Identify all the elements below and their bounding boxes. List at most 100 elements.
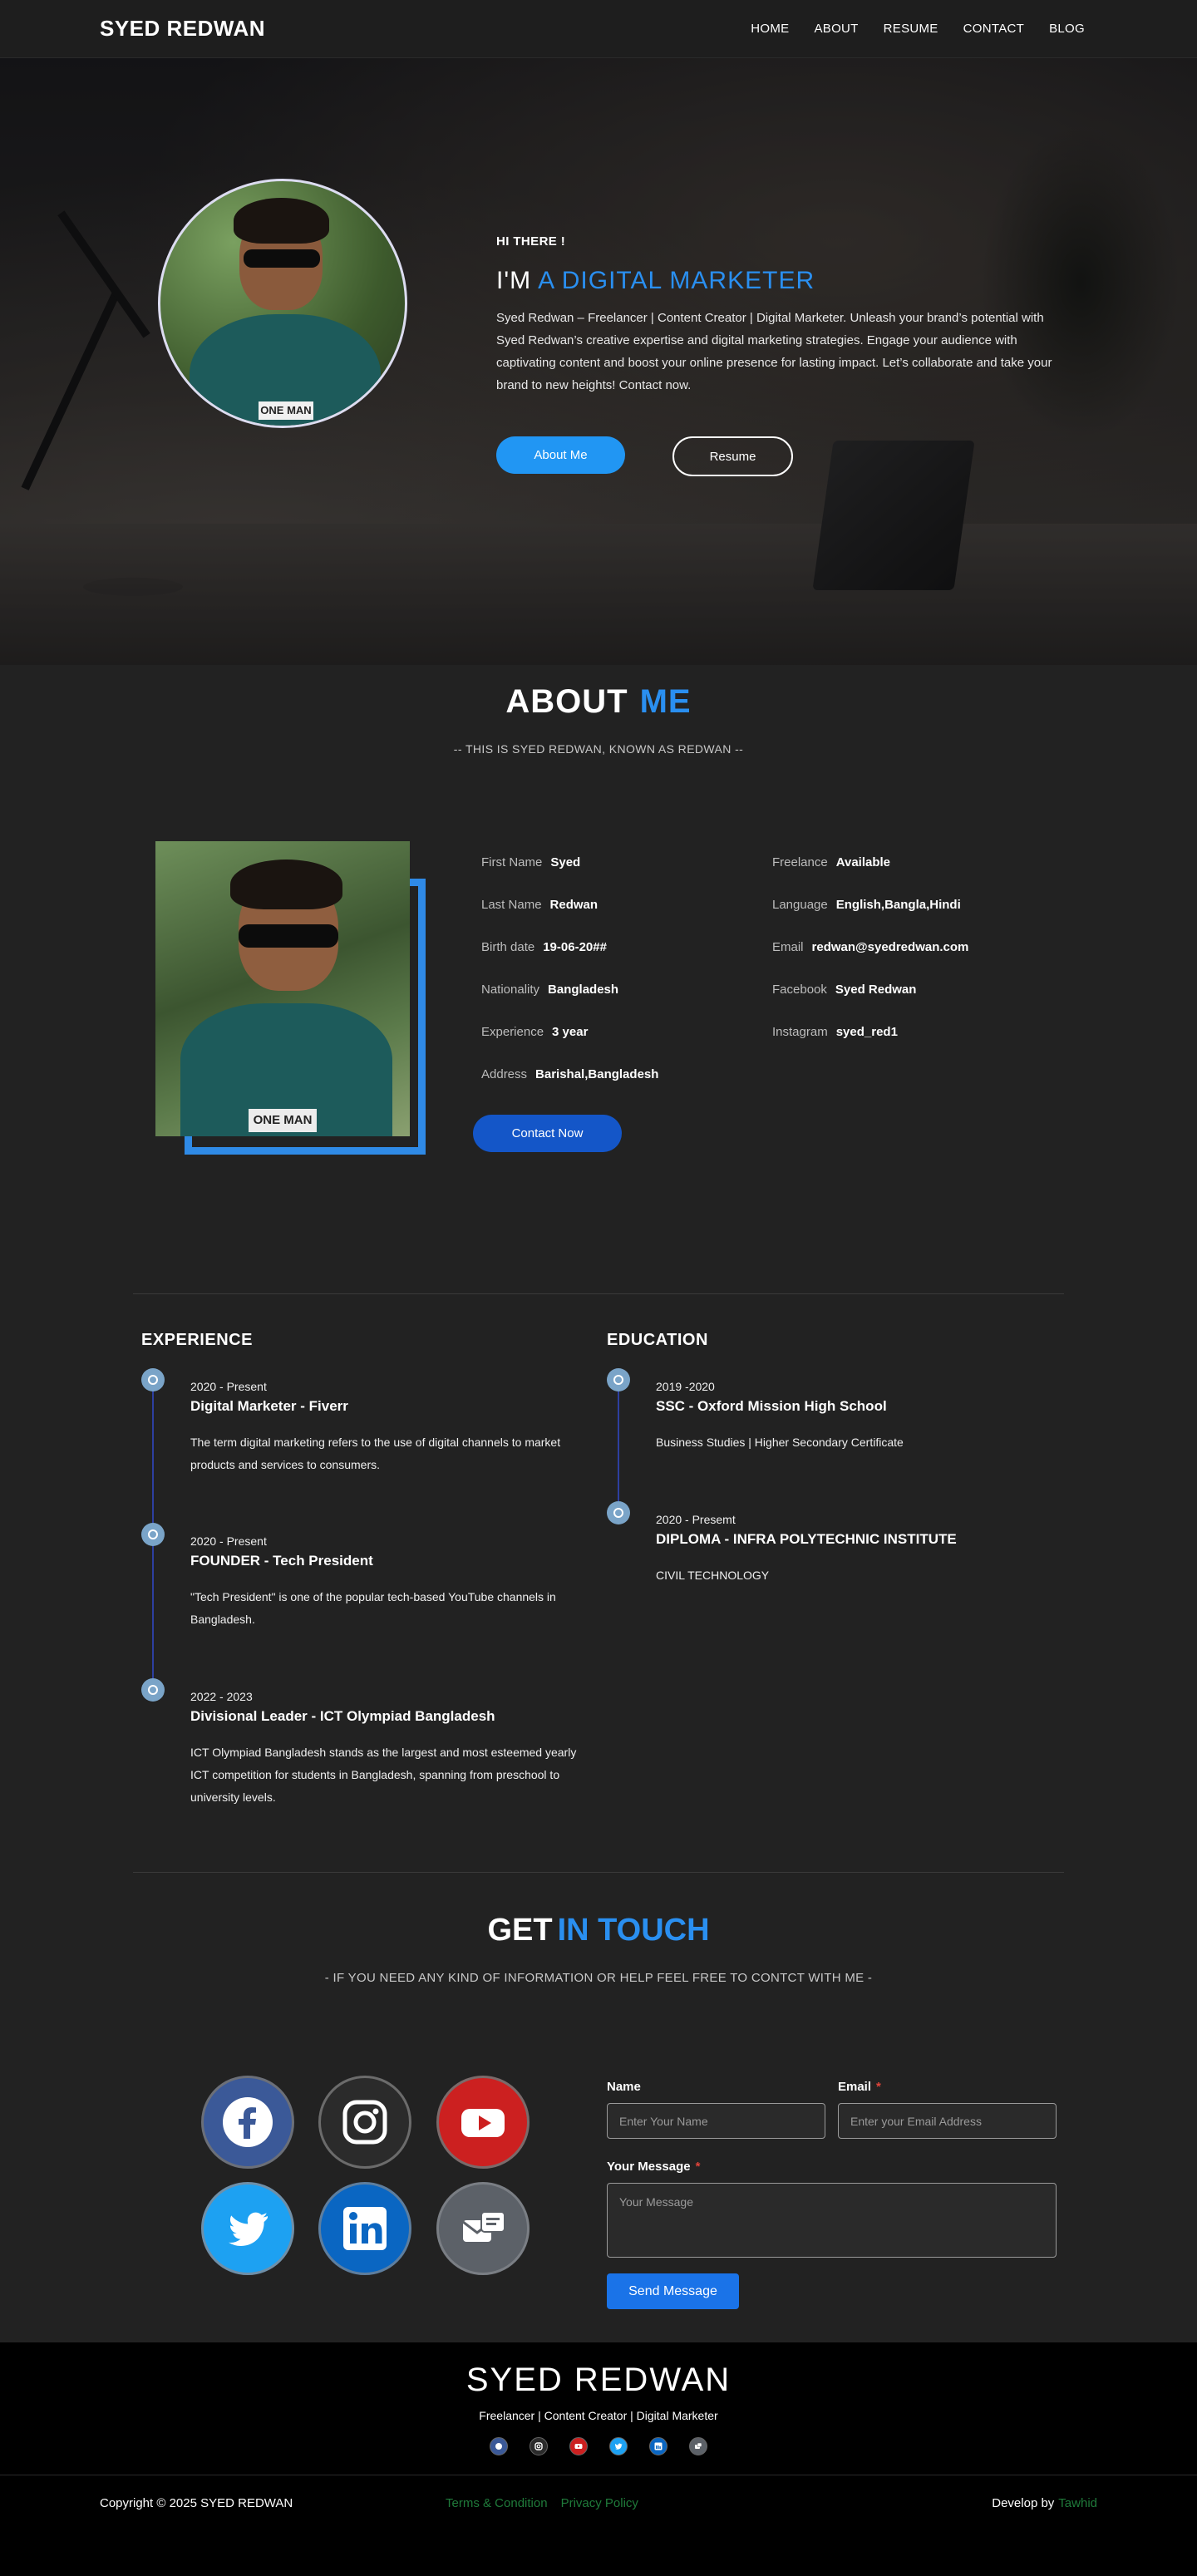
experience-description: "Tech President" is one of the popular t… <box>190 1590 556 1626</box>
info-last-name: Last Name Redwan <box>481 898 598 912</box>
experience-heading: FOUNDER - Tech President <box>190 1553 373 1569</box>
about-title-a: ABOUT <box>505 683 628 720</box>
name-label: Name <box>607 2080 641 2094</box>
contact-subtitle: - IF YOU NEED ANY KIND OF INFORMATION OR… <box>324 1971 873 1985</box>
info-nationality: Nationality Bangladesh <box>481 983 618 997</box>
brand-logo[interactable]: SYED REDWAN <box>100 16 265 42</box>
info-value: Barishal,Bangladesh <box>535 1067 659 1081</box>
navbar: SYED REDWAN HOME ABOUT RESUME CONTACT BL… <box>0 0 1197 58</box>
info-facebook: Facebook Syed Redwan <box>772 983 916 997</box>
message-label-text: Your Message <box>607 2160 691 2174</box>
info-value: 19-06-20## <box>543 940 607 954</box>
footer-tagline: Freelancer | Content Creator | Digital M… <box>479 2409 718 2422</box>
required-mark: * <box>876 2080 881 2094</box>
contact-title-b: IN TOUCH <box>557 1913 710 1948</box>
footer-youtube-icon[interactable] <box>569 2437 588 2455</box>
nav-home[interactable]: HOME <box>751 22 789 36</box>
experience-date: 2020 - Present <box>190 1534 267 1548</box>
info-label: Experience <box>481 1025 544 1039</box>
education-title: EDUCATION <box>607 1331 708 1349</box>
footer-social-row <box>0 2437 1197 2455</box>
nav-resume[interactable]: RESUME <box>884 22 938 36</box>
email-input[interactable] <box>838 2103 1057 2139</box>
resume-button[interactable]: Resume <box>672 436 793 476</box>
about-subtitle: -- THIS IS SYED REDWAN, KNOWN AS REDWAN … <box>453 742 744 756</box>
facebook-icon[interactable] <box>201 2076 294 2169</box>
footer-message-icon[interactable] <box>689 2437 707 2455</box>
footer-linkedin-icon[interactable] <box>649 2437 667 2455</box>
info-value: Syed <box>550 855 581 869</box>
nav-about[interactable]: ABOUT <box>814 22 858 36</box>
footer-brand: SYED REDWAN <box>466 2362 732 2398</box>
hero-photo-hair <box>234 198 329 244</box>
footer-instagram-icon[interactable] <box>530 2437 548 2455</box>
name-input[interactable] <box>607 2103 825 2139</box>
education-description: Business Studies | Higher Secondary Cert… <box>656 1436 904 1449</box>
privacy-link[interactable]: Privacy Policy <box>561 2496 638 2510</box>
nav-links: HOME ABOUT RESUME CONTACT BLOG <box>751 22 1085 36</box>
info-birth-date: Birth date 19-06-20## <box>481 940 607 954</box>
nav-contact[interactable]: CONTACT <box>963 22 1024 36</box>
info-value: English,Bangla,Hindi <box>835 898 961 912</box>
about-photo-hair <box>230 859 342 909</box>
info-instagram: Instagram syed_red1 <box>772 1025 898 1039</box>
info-value: 3 year <box>552 1025 589 1039</box>
send-message-button[interactable]: Send Message <box>607 2273 739 2309</box>
hero-im: I'M <box>496 267 532 294</box>
message-icon[interactable] <box>436 2182 530 2275</box>
timeline-dot-icon <box>607 1501 630 1524</box>
education-description: CIVIL TECHNOLOGY <box>656 1569 770 1582</box>
message-textarea[interactable] <box>607 2183 1057 2258</box>
timeline-dot-icon <box>141 1678 165 1702</box>
education-heading: DIPLOMA - INFRA POLYTECHNIC INSTITUTE <box>656 1531 957 1547</box>
experience-heading: Digital Marketer - Fiverr <box>190 1398 348 1414</box>
info-freelance: Freelance Available <box>772 855 890 869</box>
info-label: Facebook <box>772 983 827 997</box>
info-value[interactable]: redwan@syedredwan.com <box>812 940 969 954</box>
nav-blog[interactable]: BLOG <box>1049 22 1085 36</box>
info-value[interactable]: syed_red1 <box>836 1025 898 1039</box>
hero-greeting: HI THERE ! <box>496 234 566 249</box>
about-title-b: ME <box>639 683 692 720</box>
education-heading: SSC - Oxford Mission High School <box>656 1398 887 1414</box>
hero-bio: Syed Redwan – Freelancer | Content Creat… <box>496 311 1052 392</box>
education-date: 2019 -2020 <box>656 1380 715 1393</box>
developer-link[interactable]: Tawhid <box>1058 2496 1097 2510</box>
info-address: Address Barishal,Bangladesh <box>481 1067 658 1081</box>
footer-facebook-icon[interactable] <box>490 2437 508 2455</box>
instagram-icon[interactable] <box>318 2076 411 2169</box>
about-me-button[interactable]: About Me <box>496 436 625 474</box>
linkedin-icon[interactable] <box>318 2182 411 2275</box>
timeline-dot-icon <box>141 1523 165 1546</box>
section-divider <box>133 1872 1064 1873</box>
info-label: Language <box>772 898 828 912</box>
info-label: Birth date <box>481 940 535 954</box>
hero-photo-shirt-print: ONE MAN <box>259 401 313 420</box>
section-divider <box>133 1293 1064 1294</box>
page: SYED REDWAN HOME ABOUT RESUME CONTACT BL… <box>0 0 1197 2576</box>
info-label: Address <box>481 1067 528 1081</box>
footer-links: Terms & Condition Privacy Policy <box>446 2496 638 2510</box>
hero-buttons: About Me Resume <box>496 436 793 476</box>
twitter-icon[interactable] <box>201 2182 294 2275</box>
required-mark: * <box>695 2160 701 2174</box>
info-label: Last Name <box>481 898 542 912</box>
info-experience: Experience 3 year <box>481 1025 588 1039</box>
terms-link[interactable]: Terms & Condition <box>446 2496 548 2510</box>
experience-date: 2022 - 2023 <box>190 1690 253 1703</box>
experience-date: 2020 - Present <box>190 1380 267 1393</box>
footer-twitter-icon[interactable] <box>609 2437 628 2455</box>
info-label: Freelance <box>772 855 828 869</box>
contact-title: GET IN TOUCH <box>0 1913 1197 1948</box>
develop-by-label: Develop by <box>992 2496 1055 2510</box>
contact-now-button[interactable]: Contact Now <box>473 1115 622 1152</box>
about-photo-shirt-print: ONE MAN <box>249 1109 317 1132</box>
copyright: Copyright © 2025 SYED REDWAN <box>100 2496 293 2510</box>
experience-title: EXPERIENCE <box>141 1331 253 1349</box>
info-label: First Name <box>481 855 543 869</box>
youtube-icon[interactable] <box>436 2076 530 2169</box>
hero-headline: I'M A DIGITAL MARKETER <box>496 267 1070 295</box>
info-value[interactable]: Syed Redwan <box>835 983 917 997</box>
timeline-dot-icon <box>607 1368 630 1391</box>
about-photo-glasses <box>239 924 338 948</box>
